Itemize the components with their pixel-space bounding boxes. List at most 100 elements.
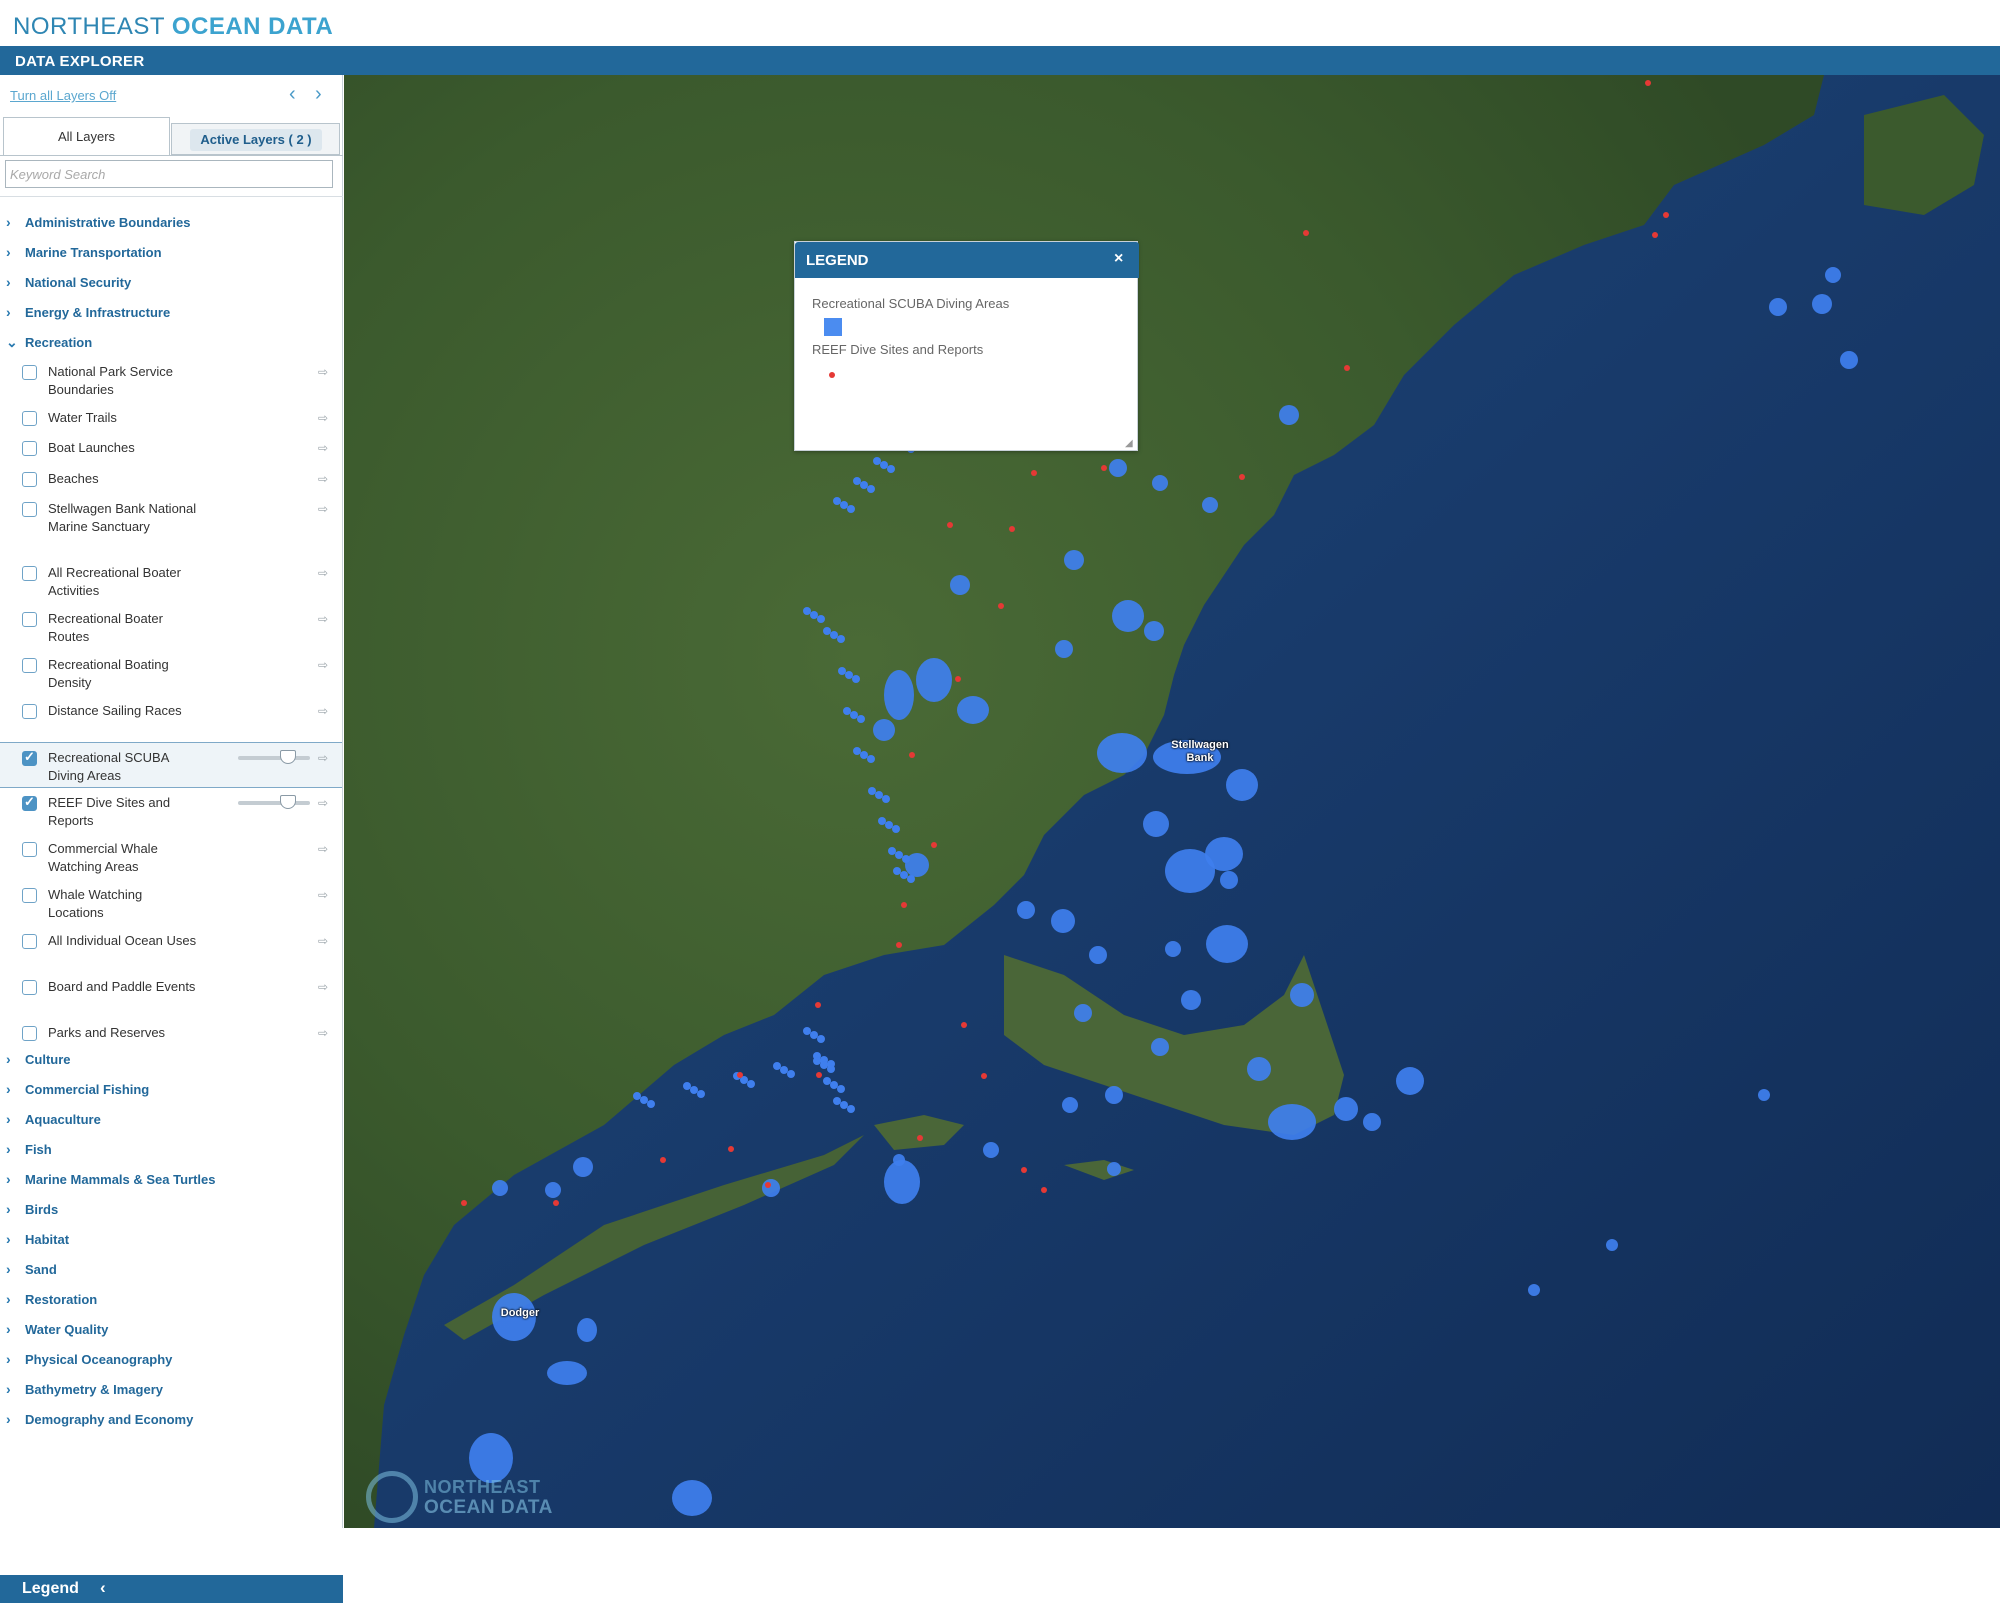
category-restoration[interactable]: › Restoration	[0, 1288, 340, 1312]
export-icon[interactable]: ⇨	[318, 751, 336, 765]
layer-row-board-and-paddle-events[interactable]: Board and Paddle Events ⇨	[0, 972, 342, 1018]
layer-row-parks-and-reserves[interactable]: Parks and Reserves ⇨	[0, 1018, 342, 1048]
chevron-down-icon[interactable]: ⌄	[6, 334, 18, 351]
layer-row-whale-watching-locations[interactable]: Whale Watching Locations ⇨	[0, 880, 342, 926]
layer-checkbox[interactable]	[22, 441, 37, 456]
chevron-right-icon[interactable]: ›	[6, 304, 11, 320]
export-icon[interactable]: ⇨	[318, 411, 336, 425]
layer-checkbox[interactable]	[22, 1026, 37, 1041]
layer-row-recreational-scuba-diving-areas[interactable]: Recreational SCUBA Diving Areas ⇨	[0, 742, 342, 788]
chevron-right-icon[interactable]: ›	[6, 1321, 11, 1337]
export-icon[interactable]: ⇨	[318, 888, 336, 902]
map-canvas[interactable]	[344, 75, 2000, 1528]
chevron-right-icon[interactable]: ›	[6, 1261, 11, 1277]
chevron-right-icon[interactable]: ›	[6, 1111, 11, 1127]
tab-active-layers-wrapper[interactable]: Active Layers ( 2 )	[171, 123, 340, 155]
layer-checkbox[interactable]	[22, 502, 37, 517]
export-icon[interactable]: ⇨	[318, 980, 336, 994]
export-icon[interactable]: ⇨	[318, 566, 336, 580]
category-energy-infrastructure[interactable]: › Energy & Infrastructure	[0, 301, 340, 325]
layer-checkbox[interactable]	[22, 365, 37, 380]
chevron-right-icon[interactable]: ›	[6, 1051, 11, 1067]
resize-handle-icon[interactable]: ◢	[1125, 438, 1135, 449]
category-sand[interactable]: › Sand	[0, 1258, 340, 1282]
layer-row-all-individual-ocean-uses[interactable]: All Individual Ocean Uses ⇨	[0, 926, 342, 972]
layer-row-water-trails[interactable]: Water Trails ⇨	[0, 403, 342, 433]
export-icon[interactable]: ⇨	[318, 365, 336, 379]
category-water-quality[interactable]: › Water Quality	[0, 1318, 340, 1342]
chevron-right-icon[interactable]: ›	[6, 1081, 11, 1097]
chevron-left-icon[interactable]: ‹	[100, 1578, 106, 1598]
legend-footer[interactable]: Legend ‹	[0, 1575, 343, 1603]
layer-checkbox[interactable]	[22, 980, 37, 995]
export-icon[interactable]: ⇨	[318, 441, 336, 455]
layer-row-beaches[interactable]: Beaches ⇨	[0, 464, 342, 494]
map-view[interactable]: LEGEND × Recreational SCUBA Diving Areas…	[344, 75, 2000, 1528]
layer-checkbox[interactable]	[22, 566, 37, 581]
chevron-right-icon[interactable]: ›	[6, 1291, 11, 1307]
category-demography-and-economy[interactable]: › Demography and Economy	[0, 1408, 340, 1432]
layer-row-distance-sailing-races[interactable]: Distance Sailing Races ⇨	[0, 696, 342, 742]
layer-row-commercial-whale-watching-areas[interactable]: Commercial Whale Watching Areas ⇨	[0, 834, 342, 880]
export-icon[interactable]: ⇨	[318, 658, 336, 672]
export-icon[interactable]: ⇨	[318, 472, 336, 486]
category-marine-mammals-sea-turtles[interactable]: › Marine Mammals & Sea Turtles	[0, 1168, 340, 1192]
category-habitat[interactable]: › Habitat	[0, 1228, 340, 1252]
layer-checkbox[interactable]	[22, 934, 37, 949]
category-commercial-fishing[interactable]: › Commercial Fishing	[0, 1078, 340, 1102]
chevron-left-icon[interactable]: ‹	[289, 83, 296, 106]
legend-header[interactable]: LEGEND ×	[795, 242, 1139, 278]
layer-row-national-park-service-boundaries[interactable]: National Park Service Boundaries ⇨	[0, 357, 342, 403]
layer-checkbox[interactable]	[22, 411, 37, 426]
chevron-right-icon[interactable]: ›	[6, 1351, 11, 1367]
layer-checkbox[interactable]	[22, 888, 37, 903]
slider-knob[interactable]	[280, 795, 296, 809]
opacity-slider[interactable]	[238, 750, 310, 764]
category-aquaculture[interactable]: › Aquaculture	[0, 1108, 340, 1132]
layer-row-recreational-boating-density[interactable]: Recreational Boating Density ⇨	[0, 650, 342, 696]
keyword-search-input[interactable]	[5, 160, 333, 188]
layer-checkbox[interactable]	[22, 472, 37, 487]
export-icon[interactable]: ⇨	[318, 704, 336, 718]
layer-checkbox[interactable]	[22, 658, 37, 673]
turn-all-layers-off-link[interactable]: Turn all Layers Off	[10, 88, 116, 103]
chevron-right-icon[interactable]: ›	[6, 244, 11, 260]
tab-all-layers[interactable]: All Layers	[3, 117, 170, 155]
chevron-right-icon[interactable]: ›	[6, 1171, 11, 1187]
layer-checkbox[interactable]	[22, 794, 37, 811]
category-fish[interactable]: › Fish	[0, 1138, 340, 1162]
category-birds[interactable]: › Birds	[0, 1198, 340, 1222]
chevron-right-icon[interactable]: ›	[315, 83, 322, 106]
export-icon[interactable]: ⇨	[318, 612, 336, 626]
layer-checkbox[interactable]	[22, 749, 37, 766]
close-icon[interactable]: ×	[1114, 250, 1123, 268]
chevron-right-icon[interactable]: ›	[6, 1201, 11, 1217]
brand-logo[interactable]: NORTHEAST OCEAN DATA	[13, 13, 333, 41]
slider-knob[interactable]	[280, 750, 296, 764]
chevron-right-icon[interactable]: ›	[6, 274, 11, 290]
category-marine-transportation[interactable]: › Marine Transportation	[0, 241, 340, 265]
layer-checkbox[interactable]	[22, 612, 37, 627]
layer-row-reef-dive-sites-and-reports[interactable]: REEF Dive Sites and Reports ⇨	[0, 788, 342, 834]
chevron-right-icon[interactable]: ›	[6, 1231, 11, 1247]
category-national-security[interactable]: › National Security	[0, 271, 340, 295]
chevron-right-icon[interactable]: ›	[6, 1381, 11, 1397]
category-culture[interactable]: › Culture	[0, 1048, 340, 1072]
category-administrative-boundaries[interactable]: › Administrative Boundaries	[0, 211, 340, 235]
layer-row-boat-launches[interactable]: Boat Launches ⇨	[0, 433, 342, 463]
category-recreation[interactable]: ⌄ Recreation	[0, 331, 340, 355]
tab-active-layers[interactable]: Active Layers ( 2 )	[190, 129, 322, 151]
category-bathymetry-imagery[interactable]: › Bathymetry & Imagery	[0, 1378, 340, 1402]
export-icon[interactable]: ⇨	[318, 842, 336, 856]
opacity-slider[interactable]	[238, 795, 310, 809]
chevron-right-icon[interactable]: ›	[6, 214, 11, 230]
layer-checkbox[interactable]	[22, 704, 37, 719]
chevron-right-icon[interactable]: ›	[6, 1411, 11, 1427]
export-icon[interactable]: ⇨	[318, 934, 336, 948]
export-icon[interactable]: ⇨	[318, 502, 336, 516]
layer-checkbox[interactable]	[22, 842, 37, 857]
export-icon[interactable]: ⇨	[318, 796, 336, 810]
layer-row-recreational-boater-routes[interactable]: Recreational Boater Routes ⇨	[0, 604, 342, 650]
category-physical-oceanography[interactable]: › Physical Oceanography	[0, 1348, 340, 1372]
export-icon[interactable]: ⇨	[318, 1026, 336, 1040]
